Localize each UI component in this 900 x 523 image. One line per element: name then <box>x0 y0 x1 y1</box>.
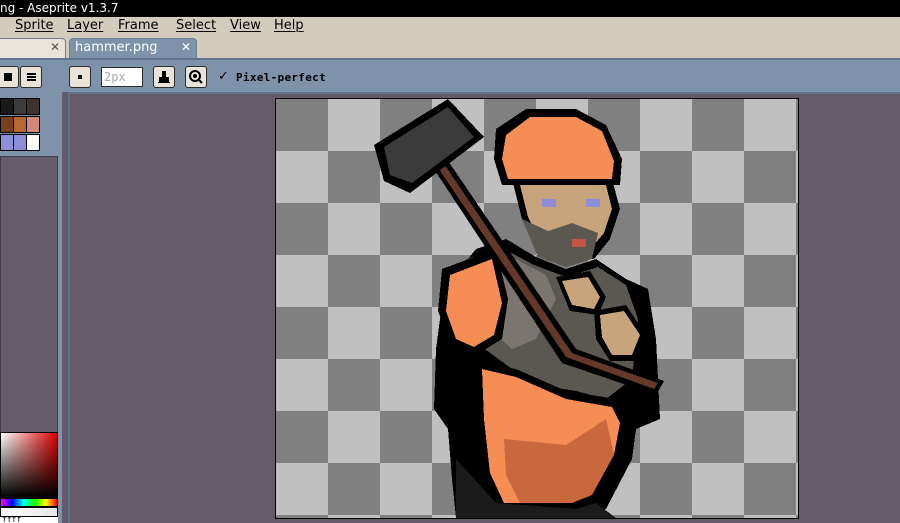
tab-strip: ✕ hammer.png ✕ <box>0 36 900 58</box>
title-bar: ng - Aseprite v1.3.7 <box>0 0 900 17</box>
window-title: ng - Aseprite v1.3.7 <box>0 1 119 15</box>
brush-shape-square-button[interactable] <box>0 66 19 88</box>
ink-button[interactable] <box>153 66 175 88</box>
canvas-frame <box>275 98 799 519</box>
brush-options-button[interactable] <box>20 66 42 88</box>
tab-previous-document[interactable]: ✕ <box>0 38 66 58</box>
ink-icon <box>158 71 170 83</box>
tab-label: hammer.png <box>75 40 158 55</box>
menu-lines-icon <box>26 73 36 81</box>
palette-swatch[interactable] <box>13 134 27 151</box>
square-icon <box>4 73 12 81</box>
brush-type-button[interactable] <box>69 66 91 88</box>
sprite-canvas[interactable] <box>276 99 798 518</box>
hue-slider[interactable] <box>0 498 58 507</box>
palette-swatch[interactable] <box>26 98 40 115</box>
menu-layer[interactable]: Layer <box>67 18 103 33</box>
close-icon[interactable]: ✕ <box>181 40 191 54</box>
palette-swatch[interactable] <box>13 116 27 133</box>
brush-type-icon <box>78 75 82 79</box>
palette-swatch[interactable] <box>26 116 40 133</box>
pixel-perfect-checkbox[interactable]: ✓ <box>218 69 229 84</box>
left-panel: ffff <box>0 92 62 523</box>
sprite-artwork <box>374 99 664 518</box>
tab-hammer[interactable]: hammer.png ✕ <box>69 38 197 58</box>
sprite-eye-left <box>542 199 556 207</box>
sprite-eye-right <box>586 199 600 207</box>
hex-color-input[interactable]: ffff <box>0 517 58 523</box>
close-icon[interactable]: ✕ <box>50 40 60 54</box>
menu-help[interactable]: Help <box>274 18 304 33</box>
menu-bar: ile Sprite Layer Frame Select View Help <box>0 17 900 36</box>
context-bar: 2px ✓ Pixel-perfect <box>0 58 900 92</box>
menu-view[interactable]: View <box>230 18 261 33</box>
palette-swatch[interactable] <box>0 134 14 151</box>
pixel-perfect-label[interactable]: Pixel-perfect <box>236 71 326 84</box>
menu-sprite[interactable]: Sprite <box>15 18 54 33</box>
palette-swatch[interactable] <box>13 98 27 115</box>
alpha-slider[interactable] <box>0 507 58 517</box>
palette-swatch[interactable] <box>0 98 14 115</box>
color-spectrum[interactable] <box>0 432 58 498</box>
palette-swatch[interactable] <box>26 134 40 151</box>
dynamics-icon <box>189 70 203 84</box>
brush-size-input[interactable]: 2px <box>101 67 143 87</box>
palette-swatch[interactable] <box>0 116 14 133</box>
menu-frame[interactable]: Frame <box>118 18 159 33</box>
palette-grid <box>0 98 43 152</box>
sprite-mouth <box>572 239 586 247</box>
dynamics-button[interactable] <box>185 66 207 88</box>
menu-select[interactable]: Select <box>176 18 216 33</box>
